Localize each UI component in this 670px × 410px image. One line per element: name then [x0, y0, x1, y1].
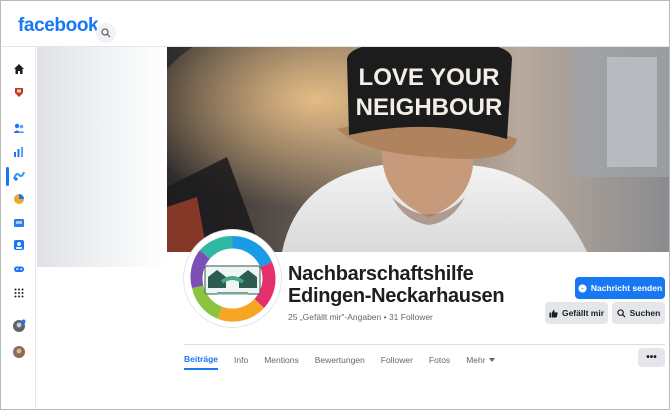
insights-icon[interactable]: [11, 144, 27, 160]
page-search-label: Suchen: [629, 308, 661, 318]
thumbs-up-icon: [549, 309, 558, 318]
cap-text-line1: LOVE YOUR: [359, 64, 500, 91]
shop-icon[interactable]: [11, 214, 27, 230]
page-title-line2: Edingen-Neckarhausen: [288, 285, 505, 307]
messenger-icon: [578, 283, 587, 293]
more-options-button[interactable]: •••: [638, 348, 665, 367]
puzzle-ring-logo-icon: [187, 233, 278, 324]
facebook-page-window: facebook LOVE YOUR NEIGHBOUR Nachbarscha…: [0, 0, 670, 410]
cover-photo[interactable]: LOVE YOUR NEIGHBOUR: [167, 47, 669, 252]
header-divider: [184, 344, 665, 345]
ads-icon[interactable]: [11, 191, 27, 207]
profile-avatar-icon[interactable]: [11, 318, 27, 334]
like-page-label: Gefällt mir: [561, 308, 605, 318]
tab-mentions[interactable]: Mentions: [264, 351, 299, 369]
left-nav-rail: [2, 47, 36, 409]
tab-more[interactable]: Mehr: [466, 351, 495, 369]
tab-followers[interactable]: Follower: [381, 351, 413, 369]
search-icon: [101, 28, 111, 38]
left-side-panel: [37, 47, 167, 267]
tab-more-label: Mehr: [466, 355, 486, 365]
cap-text-line2: NEIGHBOUR: [356, 94, 503, 121]
creator-icon[interactable]: [11, 168, 27, 184]
like-page-button[interactable]: Gefällt mir: [545, 302, 608, 324]
search-icon: [616, 308, 626, 318]
gaming-icon[interactable]: [11, 261, 27, 277]
page-tabs: Beiträge Info Mentions Bewertungen Follo…: [184, 349, 511, 371]
page-title: Nachbarschaftshilfe Edingen-Neckarhausen: [288, 263, 548, 307]
menu-grid-icon[interactable]: [11, 285, 27, 301]
send-message-label: Nachricht senden: [590, 283, 663, 293]
tab-info[interactable]: Info: [234, 351, 248, 369]
tab-photos[interactable]: Fotos: [429, 351, 450, 369]
chevron-down-icon: [488, 358, 495, 362]
page-search-button[interactable]: Suchen: [612, 302, 665, 324]
friends-icon[interactable]: [11, 120, 27, 136]
page-profile-picture[interactable]: [184, 230, 281, 327]
tab-posts[interactable]: Beiträge: [184, 350, 219, 370]
groups-icon[interactable]: [11, 237, 27, 253]
page-follower-stats: 25 „Gefällt mir"-Angaben • 31 Follower: [288, 312, 433, 322]
page-title-line1: Nachbarschaftshilfe: [288, 263, 474, 285]
top-bar: facebook: [2, 2, 669, 47]
search-button[interactable]: [96, 23, 116, 43]
account-avatar-icon[interactable]: [11, 344, 27, 360]
watch-icon[interactable]: [11, 84, 27, 100]
cover-photo-image: LOVE YOUR NEIGHBOUR: [167, 47, 669, 252]
tab-reviews[interactable]: Bewertungen: [315, 351, 365, 369]
facebook-logo[interactable]: facebook: [18, 15, 99, 37]
active-indicator: [6, 167, 9, 186]
home-icon[interactable]: [11, 61, 27, 77]
send-message-button[interactable]: Nachricht senden: [575, 277, 665, 299]
